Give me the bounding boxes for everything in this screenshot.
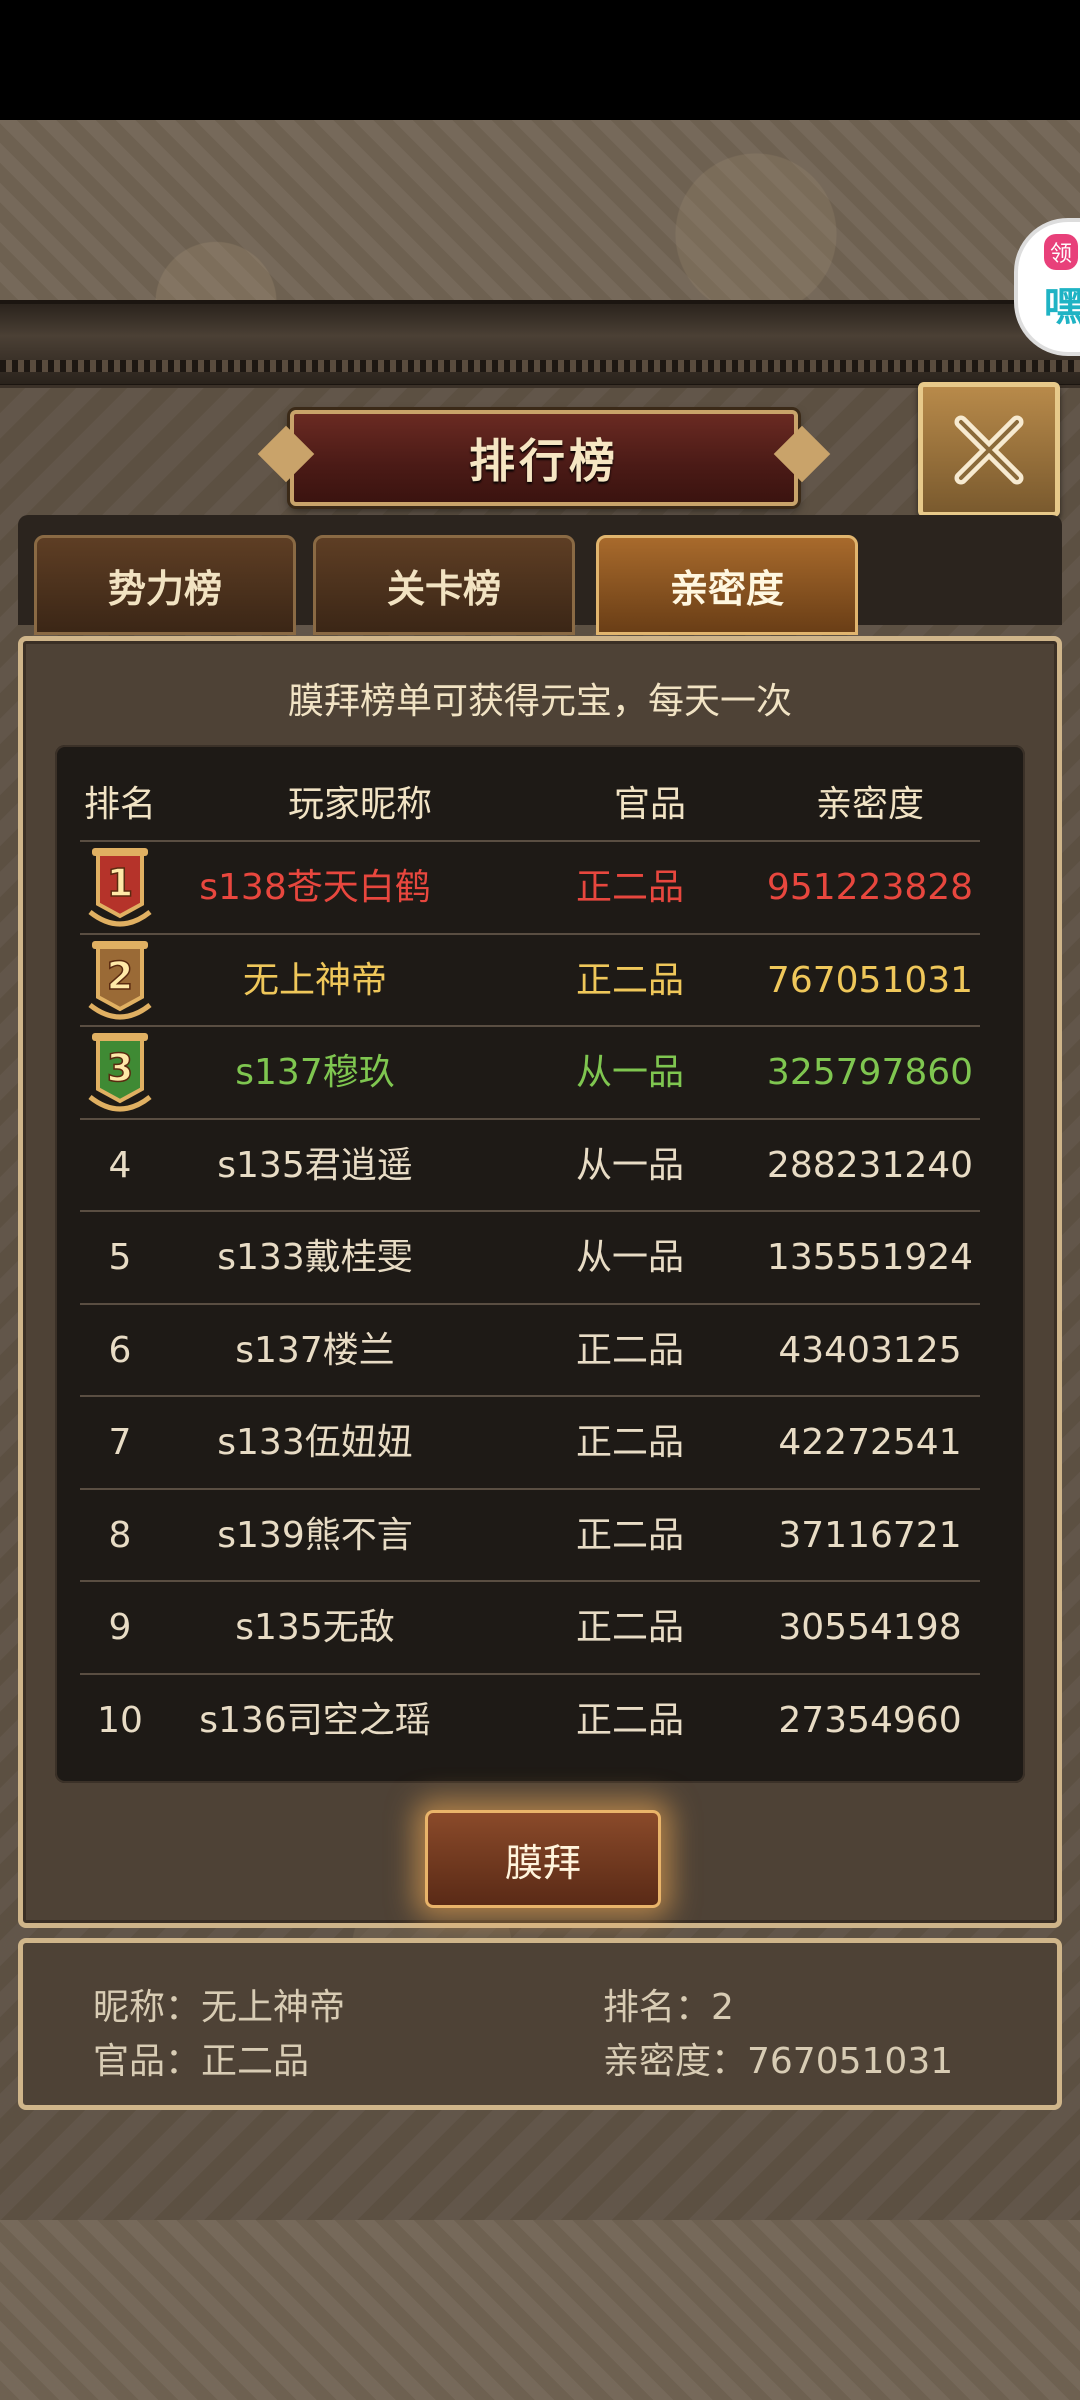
official-rank: 正二品: [575, 867, 684, 908]
worship-notice: 膜拜榜单可获得元宝，每天一次: [287, 681, 792, 722]
intimacy-value: 30554198: [778, 1607, 962, 1648]
svg-text:2: 2: [107, 954, 133, 998]
official-rank: 正二品: [575, 1607, 684, 1648]
table-row[interactable]: 6 s137楼兰 正二品 43403125: [80, 1302, 980, 1397]
table-row[interactable]: 2 无上神帝 正二品 767051031: [80, 932, 980, 1027]
intimacy-value: 43403125: [778, 1329, 962, 1371]
table-row[interactable]: 3 s137穆玖 从一品 325797860: [80, 1025, 980, 1119]
table-row[interactable]: 1 s138苍天白鹤 正二品 951223828: [80, 840, 980, 934]
rank-medal-icon: 2: [80, 935, 160, 1027]
close-icon: [954, 415, 1024, 484]
official-rank: 从一品: [575, 1052, 684, 1093]
my-rank: 排名：2: [603, 1987, 734, 2028]
rank-number: 7: [108, 1422, 132, 1463]
official-rank: 从一品: [575, 1144, 684, 1186]
official-rank: 正二品: [575, 1329, 684, 1371]
player-name: s138苍天白鹤: [199, 867, 431, 908]
worship-button[interactable]: 膜拜: [425, 1810, 661, 1908]
official-rank: 正二品: [575, 1422, 684, 1463]
table-row[interactable]: 8 s139熊不言 正二品 37116721: [80, 1487, 980, 1582]
header-intimacy: 亲密度: [815, 784, 924, 825]
player-name: s133伍妞妞: [217, 1422, 413, 1463]
table-row[interactable]: 10 s136司空之瑶 正二品 27354960: [80, 1672, 980, 1767]
rank-medal-icon: 2: [88, 940, 152, 1019]
status-bar: [0, 0, 1080, 120]
my-rank-title: 官品：正二品: [93, 2041, 310, 2082]
rank-number: 6: [108, 1329, 132, 1371]
official-rank: 正二品: [575, 1514, 684, 1556]
intimacy-value: 42272541: [778, 1422, 962, 1463]
tab-intimacy[interactable]: 亲密度: [596, 535, 858, 635]
rank-number: 10: [97, 1699, 143, 1741]
player-name: s133戴桂雯: [217, 1237, 413, 1278]
rank-medal-icon: 3: [80, 1027, 160, 1119]
rank-number: 8: [108, 1514, 132, 1556]
intimacy-value: 135551924: [766, 1237, 974, 1278]
svg-text:3: 3: [107, 1046, 133, 1090]
intimacy-value: 325797860: [766, 1052, 974, 1093]
intimacy-value: 288231240: [766, 1144, 974, 1186]
close-button[interactable]: [918, 382, 1060, 517]
rail-decoration: [0, 360, 1080, 372]
side-widget-badge: 领: [1044, 234, 1079, 270]
svg-text:1: 1: [107, 861, 133, 905]
tab-power[interactable]: 势力榜: [34, 535, 296, 635]
player-name: s137穆玖: [235, 1052, 395, 1093]
bottom-background: [0, 2220, 1080, 2400]
tab-stage[interactable]: 关卡榜: [313, 535, 575, 635]
table-row[interactable]: 9 s135无敌 正二品 30554198: [80, 1580, 980, 1674]
top-rail: [0, 300, 1080, 388]
title-plate: 排行榜: [290, 410, 798, 506]
official-rank: 正二品: [575, 1699, 684, 1741]
rank-number: 4: [108, 1144, 132, 1186]
player-name: s135无敌: [235, 1607, 395, 1648]
intimacy-value: 27354960: [778, 1699, 962, 1741]
rank-number: 9: [108, 1607, 132, 1648]
table-row[interactable]: 4 s135君逍遥 从一品 288231240: [80, 1117, 980, 1212]
player-name: s139熊不言: [217, 1514, 413, 1556]
worship-button-label: 膜拜: [504, 1840, 581, 1885]
rank-medal-icon: 3: [88, 1033, 152, 1112]
page-title: 排行榜: [469, 434, 619, 488]
my-intimacy: 亲密度：767051031: [603, 2041, 954, 2082]
intimacy-value: 37116721: [778, 1514, 962, 1556]
tab-stage-label: 关卡榜: [386, 566, 501, 611]
player-name: s135君逍遥: [217, 1144, 413, 1186]
intimacy-value: 951223828: [766, 867, 974, 908]
table-row[interactable]: 5 s133戴桂雯 从一品 135551924: [80, 1210, 980, 1304]
tab-power-label: 势力榜: [107, 566, 222, 611]
header-rank-title: 官品: [613, 784, 686, 825]
player-name: s136司空之瑶: [199, 1699, 431, 1741]
my-nickname: 昵称：无上神帝: [93, 1987, 346, 2028]
intimacy-value: 767051031: [766, 959, 974, 1001]
tab-intimacy-label: 亲密度: [669, 566, 784, 611]
official-rank: 正二品: [575, 959, 684, 1001]
player-name: 无上神帝: [242, 959, 387, 1001]
header-rank: 排名: [83, 784, 156, 825]
rank-number: 5: [108, 1237, 132, 1278]
side-widget-glyph: 嘿: [1044, 284, 1080, 330]
official-rank: 从一品: [575, 1237, 684, 1278]
rank-medal-icon: 1: [80, 842, 160, 934]
player-name: s137楼兰: [235, 1329, 395, 1371]
header-name: 玩家昵称: [287, 784, 432, 825]
rank-medal-icon: 1: [88, 848, 152, 927]
table-row[interactable]: 7 s133伍妞妞 正二品 42272541: [80, 1395, 980, 1489]
